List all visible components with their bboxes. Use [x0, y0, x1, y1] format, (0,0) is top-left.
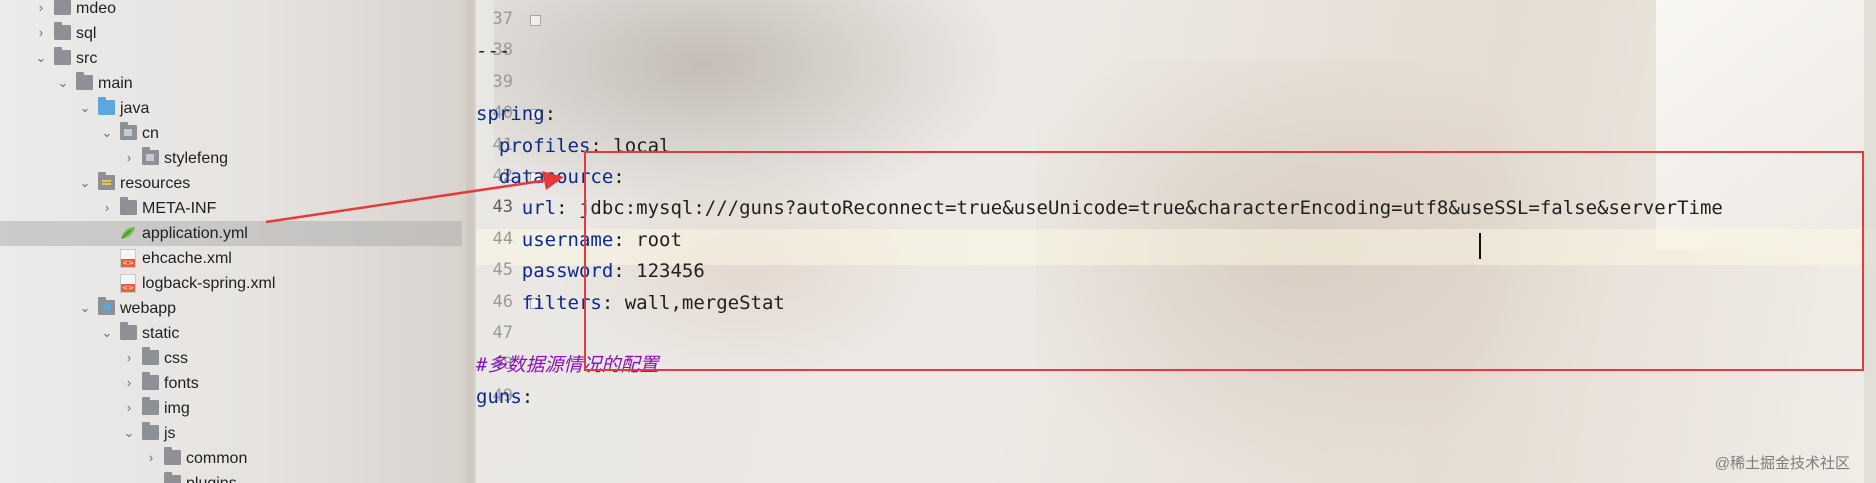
tree-item-label: ehcache.xml — [142, 250, 232, 267]
yaml-key: guns — [476, 385, 522, 408]
code-line[interactable]: --- — [476, 33, 510, 69]
code-text: : — [521, 385, 534, 408]
code-text: --- — [476, 40, 511, 63]
folder-icon — [120, 197, 137, 215]
tree-item[interactable]: › common — [0, 446, 462, 471]
tree-item[interactable]: ⌄ java — [0, 96, 462, 121]
tree-item[interactable]: › META-INF — [0, 196, 462, 221]
folder-icon — [142, 372, 159, 390]
chevron-right-icon[interactable]: › — [34, 0, 48, 19]
chevron-down-icon[interactable]: ⌄ — [78, 172, 92, 194]
web-folder-icon — [98, 297, 115, 315]
tree-item[interactable]: ⌄ plugins — [0, 471, 462, 483]
chevron-right-icon[interactable]: › — [34, 22, 48, 44]
chevron-down-icon[interactable]: ⌄ — [78, 97, 92, 119]
chevron-right-icon[interactable]: › — [122, 372, 136, 394]
chevron-down-icon[interactable]: ⌄ — [100, 322, 114, 344]
tree-item-label: META-INF — [142, 200, 217, 217]
tree-item-label: main — [98, 75, 133, 92]
folder-icon — [54, 22, 71, 40]
folder-icon — [142, 397, 159, 415]
tree-item-label: css — [164, 350, 188, 367]
tree-item[interactable]: › stylefeng — [0, 146, 462, 171]
chevron-right-icon[interactable]: › — [122, 347, 136, 369]
tree-item[interactable]: ehcache.xml — [0, 246, 462, 271]
tree-item-label: static — [142, 325, 180, 342]
folder-icon — [164, 447, 181, 465]
tree-item[interactable]: application.yml — [0, 221, 462, 246]
tree-item-label: cn — [142, 125, 159, 142]
tree-item-label: sql — [76, 25, 97, 42]
folder-icon — [164, 472, 181, 483]
tree-item[interactable]: ⌄ cn — [0, 121, 462, 146]
tree-item-label: webapp — [120, 300, 177, 317]
tree-item-label: mdeo — [76, 0, 117, 17]
tree-item-label: plugins — [186, 473, 237, 483]
tree-item[interactable]: › mdeo — [0, 0, 462, 21]
tree-item[interactable]: › img — [0, 396, 462, 421]
package-folder-icon — [142, 147, 159, 165]
chevron-down-icon[interactable]: ⌄ — [144, 472, 158, 483]
tree-item-label: stylefeng — [164, 150, 229, 167]
folder-icon — [54, 47, 71, 65]
tree-item[interactable]: › css — [0, 346, 462, 371]
folder-icon — [142, 422, 159, 440]
yaml-key: url — [521, 197, 557, 220]
project-tree: › mdeo › sql ⌄ src ⌄ main ⌄ java ⌄ cn › stylefeng ⌄ res… — [0, 0, 462, 483]
xml-file-icon — [120, 249, 136, 268]
folder-icon — [142, 347, 159, 365]
yaml-key: spring — [476, 103, 545, 126]
chevron-down-icon[interactable]: ⌄ — [122, 422, 136, 444]
chevron-right-icon[interactable]: › — [122, 397, 136, 419]
tree-item[interactable]: ⌄ js — [0, 421, 462, 446]
tree-item[interactable]: ⌄ static — [0, 321, 462, 346]
tree-item-label: java — [120, 100, 150, 117]
folder-icon — [120, 322, 137, 340]
xml-file-icon — [120, 274, 136, 293]
folder-icon — [76, 72, 93, 90]
tree-item-label: common — [186, 450, 248, 467]
tree-item-label: src — [76, 50, 98, 67]
tree-item-label: application.yml — [142, 225, 248, 242]
tree-scrollbar[interactable] — [466, 0, 474, 483]
folder-icon — [54, 0, 71, 15]
tree-item[interactable]: › fonts — [0, 371, 462, 396]
chevron-down-icon[interactable]: ⌄ — [100, 122, 114, 144]
editor-scrollbar[interactable] — [1864, 0, 1876, 483]
yml-file-icon — [120, 226, 136, 240]
tree-item-label: logback-spring.xml — [142, 275, 276, 292]
package-folder-icon — [120, 122, 137, 140]
chevron-right-icon[interactable]: › — [100, 197, 114, 219]
code-text: : — [544, 103, 557, 126]
chevron-down-icon[interactable]: ⌄ — [34, 47, 48, 69]
tree-item[interactable]: › sql — [0, 21, 462, 46]
source-folder-icon — [98, 97, 115, 115]
tree-item-label: js — [164, 425, 176, 442]
watermark-text: @稀土掘金技术社区 — [1714, 455, 1850, 472]
tree-item[interactable]: logback-spring.xml — [0, 271, 462, 296]
tree-item[interactable]: ⌄ src — [0, 46, 462, 71]
chevron-down-icon[interactable]: ⌄ — [78, 297, 92, 319]
chevron-down-icon[interactable]: ⌄ — [56, 72, 70, 94]
code-line[interactable]: guns: — [476, 379, 533, 415]
tree-item-label: resources — [120, 175, 191, 192]
tree-item-label: fonts — [164, 375, 199, 392]
tree-item[interactable]: ⌄ webapp — [0, 296, 462, 321]
resources-folder-icon — [98, 172, 115, 190]
tree-item[interactable]: ⌄ resources — [0, 171, 462, 196]
chevron-right-icon[interactable]: › — [122, 147, 136, 169]
chevron-right-icon[interactable]: › — [144, 447, 158, 469]
tree-item-label: img — [164, 400, 190, 417]
yaml-key: profiles — [498, 134, 591, 157]
tree-item[interactable]: ⌄ main — [0, 71, 462, 96]
annotation-highlight-box — [584, 151, 1864, 371]
